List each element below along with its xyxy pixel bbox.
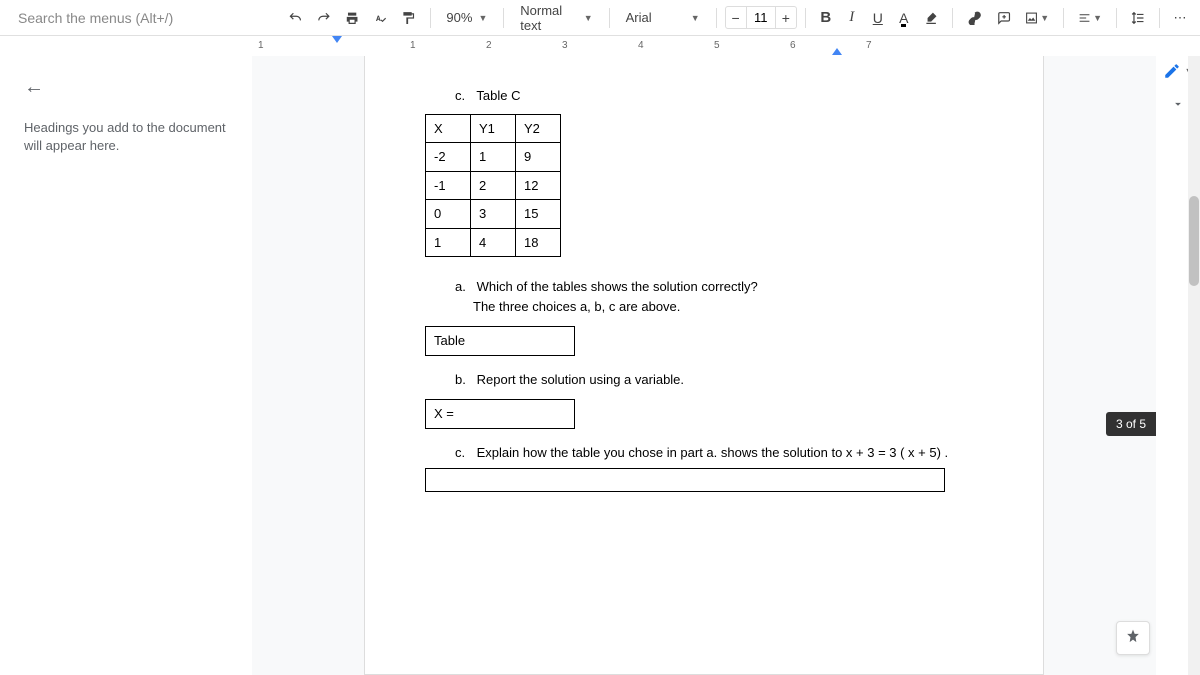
insert-link-button[interactable]: [961, 5, 989, 31]
add-comment-button[interactable]: [991, 5, 1017, 31]
menu-search[interactable]: Search the menus (Alt+/): [8, 4, 188, 32]
more-button[interactable]: ⋯: [1168, 5, 1192, 31]
answer-c-box[interactable]: [425, 468, 945, 492]
ruler[interactable]: 1 1 2 3 4 5 6 7: [252, 36, 1200, 56]
ruler-first-line-indent[interactable]: [332, 36, 342, 43]
redo-button[interactable]: [311, 5, 337, 31]
font-size-decrease[interactable]: −: [726, 8, 746, 28]
ruler-right-indent[interactable]: [832, 48, 842, 55]
table-row: 0315: [426, 200, 561, 229]
table-row: -219: [426, 143, 561, 172]
zoom-dropdown[interactable]: 90%▼: [438, 6, 495, 29]
spellcheck-button[interactable]: [367, 5, 393, 31]
line-spacing-button[interactable]: [1125, 5, 1151, 31]
paint-format-button[interactable]: [395, 5, 421, 31]
table-c[interactable]: XY1Y2 -219 -1212 0315 1418: [425, 114, 561, 258]
question-b: b. Report the solution using a variable.: [455, 370, 983, 390]
separator: [430, 8, 431, 28]
scrollbar-thumb[interactable]: [1189, 196, 1199, 286]
ruler-number: 3: [562, 40, 568, 51]
font-size-group: − +: [725, 6, 797, 29]
bold-button[interactable]: B: [814, 5, 838, 31]
underline-button[interactable]: U: [866, 5, 890, 31]
separator: [805, 8, 806, 28]
highlight-button[interactable]: [918, 5, 944, 31]
question-c: c. Explain how the table you chose in pa…: [455, 443, 983, 463]
ruler-number: 7: [866, 40, 872, 51]
close-outline-button[interactable]: ←: [24, 76, 228, 99]
table-c-heading: c. Table C: [455, 86, 983, 106]
ruler-number: 2: [486, 40, 492, 51]
font-size-increase[interactable]: +: [776, 8, 796, 28]
style-dropdown[interactable]: Normal text▼: [512, 0, 600, 37]
separator: [503, 8, 504, 28]
answer-a-box[interactable]: Table: [425, 326, 575, 356]
text-color-button[interactable]: A: [892, 5, 916, 31]
answer-b-box[interactable]: X =: [425, 399, 575, 429]
outline-sidebar: ← Headings you add to the document will …: [0, 56, 252, 675]
print-button[interactable]: [339, 5, 365, 31]
ruler-number: 1: [410, 40, 416, 51]
explore-button[interactable]: [1116, 621, 1150, 655]
collapse-rail-button[interactable]: [1166, 92, 1190, 116]
separator: [1063, 8, 1064, 28]
outline-empty-hint: Headings you add to the document will ap…: [24, 119, 228, 155]
italic-button[interactable]: I: [840, 5, 864, 31]
separator: [1116, 8, 1117, 28]
table-row: -1212: [426, 171, 561, 200]
ruler-number: 5: [714, 40, 720, 51]
page-indicator: 3 of 5: [1106, 412, 1156, 436]
ruler-number: 6: [790, 40, 796, 51]
table-row: XY1Y2: [426, 114, 561, 143]
scrollbar-track[interactable]: [1188, 56, 1200, 675]
ruler-number: 1: [258, 40, 264, 51]
undo-button[interactable]: [282, 5, 308, 31]
align-button[interactable]: ▼: [1072, 5, 1108, 31]
table-row: 1418: [426, 228, 561, 257]
question-a: a. Which of the tables shows the solutio…: [455, 277, 983, 316]
separator: [609, 8, 610, 28]
font-size-input[interactable]: [746, 7, 776, 28]
ruler-number: 4: [638, 40, 644, 51]
separator: [1159, 8, 1160, 28]
insert-image-button[interactable]: ▼: [1019, 5, 1055, 31]
font-dropdown[interactable]: Arial▼: [618, 6, 708, 29]
toolbar: Search the menus (Alt+/) 90%▼ Normal tex…: [0, 0, 1200, 36]
document-area: c. Table C XY1Y2 -219 -1212 0315 1418 a.…: [252, 56, 1156, 675]
separator: [716, 8, 717, 28]
page[interactable]: c. Table C XY1Y2 -219 -1212 0315 1418 a.…: [364, 56, 1044, 675]
separator: [952, 8, 953, 28]
